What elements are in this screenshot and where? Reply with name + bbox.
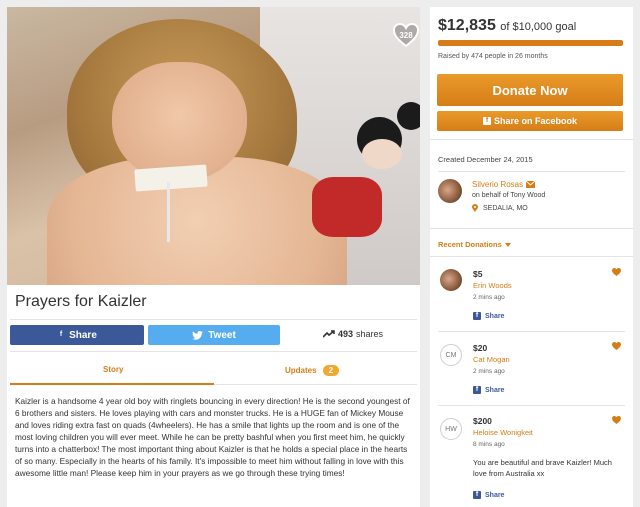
created-date: Created December 24, 2015	[438, 155, 533, 164]
donate-now-button[interactable]: Donate Now	[437, 74, 623, 106]
facebook-share-button[interactable]: f Share	[10, 325, 144, 345]
divider	[430, 256, 633, 257]
shares-counter: 493 shares	[323, 329, 383, 339]
share-on-facebook-button[interactable]: f Share on Facebook	[437, 111, 623, 131]
organizer-name-link[interactable]: Silverio Rosas	[472, 180, 536, 189]
donation-share-label: Share	[485, 491, 505, 499]
donor-name: Erin Woods	[473, 281, 512, 290]
heart-button[interactable]: 328	[392, 21, 420, 49]
updates-count-badge: 2	[322, 365, 340, 376]
campaign-card: Prayers for Kaizler f Share Tweet 493 sh…	[7, 285, 420, 507]
facebook-icon: f	[473, 312, 481, 320]
heart-icon[interactable]	[612, 342, 621, 350]
donation-item: CM $20 Cat Mogan 2 mins ago f Share	[430, 339, 633, 405]
raised-by-text: Raised by 474 people in 26 months	[438, 53, 548, 60]
divider	[438, 331, 625, 332]
donor-avatar: HW	[440, 418, 462, 440]
raised-amount: $12,835	[438, 17, 496, 34]
active-tab-indicator	[10, 383, 214, 385]
location-pin-icon	[472, 204, 478, 212]
donation-share-label: Share	[485, 386, 505, 394]
photo-plush-face	[362, 139, 402, 169]
donation-share-button[interactable]: f Share	[473, 491, 504, 499]
tab-updates[interactable]: Updates 2	[285, 365, 340, 376]
organizer-location-text: SEDALIA, MO	[483, 204, 528, 212]
campaign-photo: 328	[7, 7, 420, 285]
donor-avatar: CM	[440, 344, 462, 366]
recent-donations-toggle[interactable]: Recent Donations	[438, 240, 511, 249]
donation-time: 8 mins ago	[473, 441, 505, 448]
photo-child-face	[112, 62, 247, 182]
donation-message: You are beautiful and brave Kaizler! Muc…	[473, 458, 612, 478]
heart-icon[interactable]	[612, 416, 621, 424]
donation-amount: $5	[473, 269, 483, 279]
trending-icon	[323, 330, 335, 338]
shares-count: 493	[338, 329, 354, 339]
tweet-label: Tweet	[208, 329, 236, 341]
divider	[214, 384, 417, 385]
donor-avatar	[440, 269, 462, 291]
donor-name: Cat Mogan	[473, 355, 510, 364]
shares-label: shares	[356, 329, 384, 339]
photo-plush-ear	[397, 102, 420, 130]
organizer-behalf: on behalf of Tony Wood	[472, 192, 546, 199]
donation-item: $5 Erin Woods 2 mins ago f Share	[430, 265, 633, 331]
amount-raised: $12,835 of $10,000 goal	[438, 17, 576, 35]
heart-count: 328	[399, 31, 413, 40]
goal-text: of $10,000 goal	[500, 21, 577, 33]
facebook-icon: f	[473, 491, 481, 499]
divider	[430, 228, 633, 229]
campaign-title: Prayers for Kaizler	[15, 293, 147, 310]
donation-share-label: Share	[485, 312, 505, 320]
donation-time: 2 mins ago	[473, 294, 505, 301]
donation-amount: $200	[473, 416, 492, 426]
organizer-avatar[interactable]	[438, 179, 462, 203]
envelope-icon[interactable]	[526, 181, 536, 188]
donation-sidebar: $12,835 of $10,000 goal Raised by 474 pe…	[430, 7, 633, 507]
tab-updates-label: Updates	[285, 366, 317, 375]
progress-bar	[438, 40, 623, 46]
donation-amount: $20	[473, 343, 488, 353]
photo-plush-body	[312, 177, 382, 237]
divider	[438, 405, 625, 406]
donor-name: Heloise Wonigkeit	[473, 428, 533, 437]
facebook-share-label: Share	[69, 329, 97, 341]
progress-fill	[438, 40, 623, 46]
facebook-icon: f	[57, 331, 66, 339]
share-on-facebook-label: Share on Facebook	[493, 116, 578, 126]
divider	[10, 319, 417, 320]
donation-share-button[interactable]: f Share	[473, 386, 504, 394]
campaign-main: 328 Prayers for Kaizler f Share Tweet 49…	[0, 0, 420, 507]
photo-medical-tube	[167, 182, 170, 242]
recent-donations-label: Recent Donations	[438, 240, 502, 249]
donation-item: HW $200 Heloise Wonigkeit 8 mins ago You…	[430, 413, 633, 507]
heart-icon[interactable]	[612, 268, 621, 276]
tweet-button[interactable]: Tweet	[148, 325, 280, 345]
tab-story[interactable]: Story	[103, 365, 123, 374]
facebook-icon: f	[482, 117, 491, 125]
donation-time: 2 mins ago	[473, 368, 505, 375]
divider	[438, 171, 625, 172]
story-text: Kaizler is a handsome 4 year old boy wit…	[15, 396, 410, 478]
divider	[430, 139, 633, 140]
chevron-down-icon	[504, 242, 511, 247]
twitter-icon	[192, 330, 204, 340]
organizer-name: Silverio Rosas	[472, 180, 524, 189]
organizer-location: SEDALIA, MO	[472, 204, 528, 212]
divider	[10, 351, 417, 352]
facebook-icon: f	[473, 386, 481, 394]
donation-share-button[interactable]: f Share	[473, 312, 504, 320]
